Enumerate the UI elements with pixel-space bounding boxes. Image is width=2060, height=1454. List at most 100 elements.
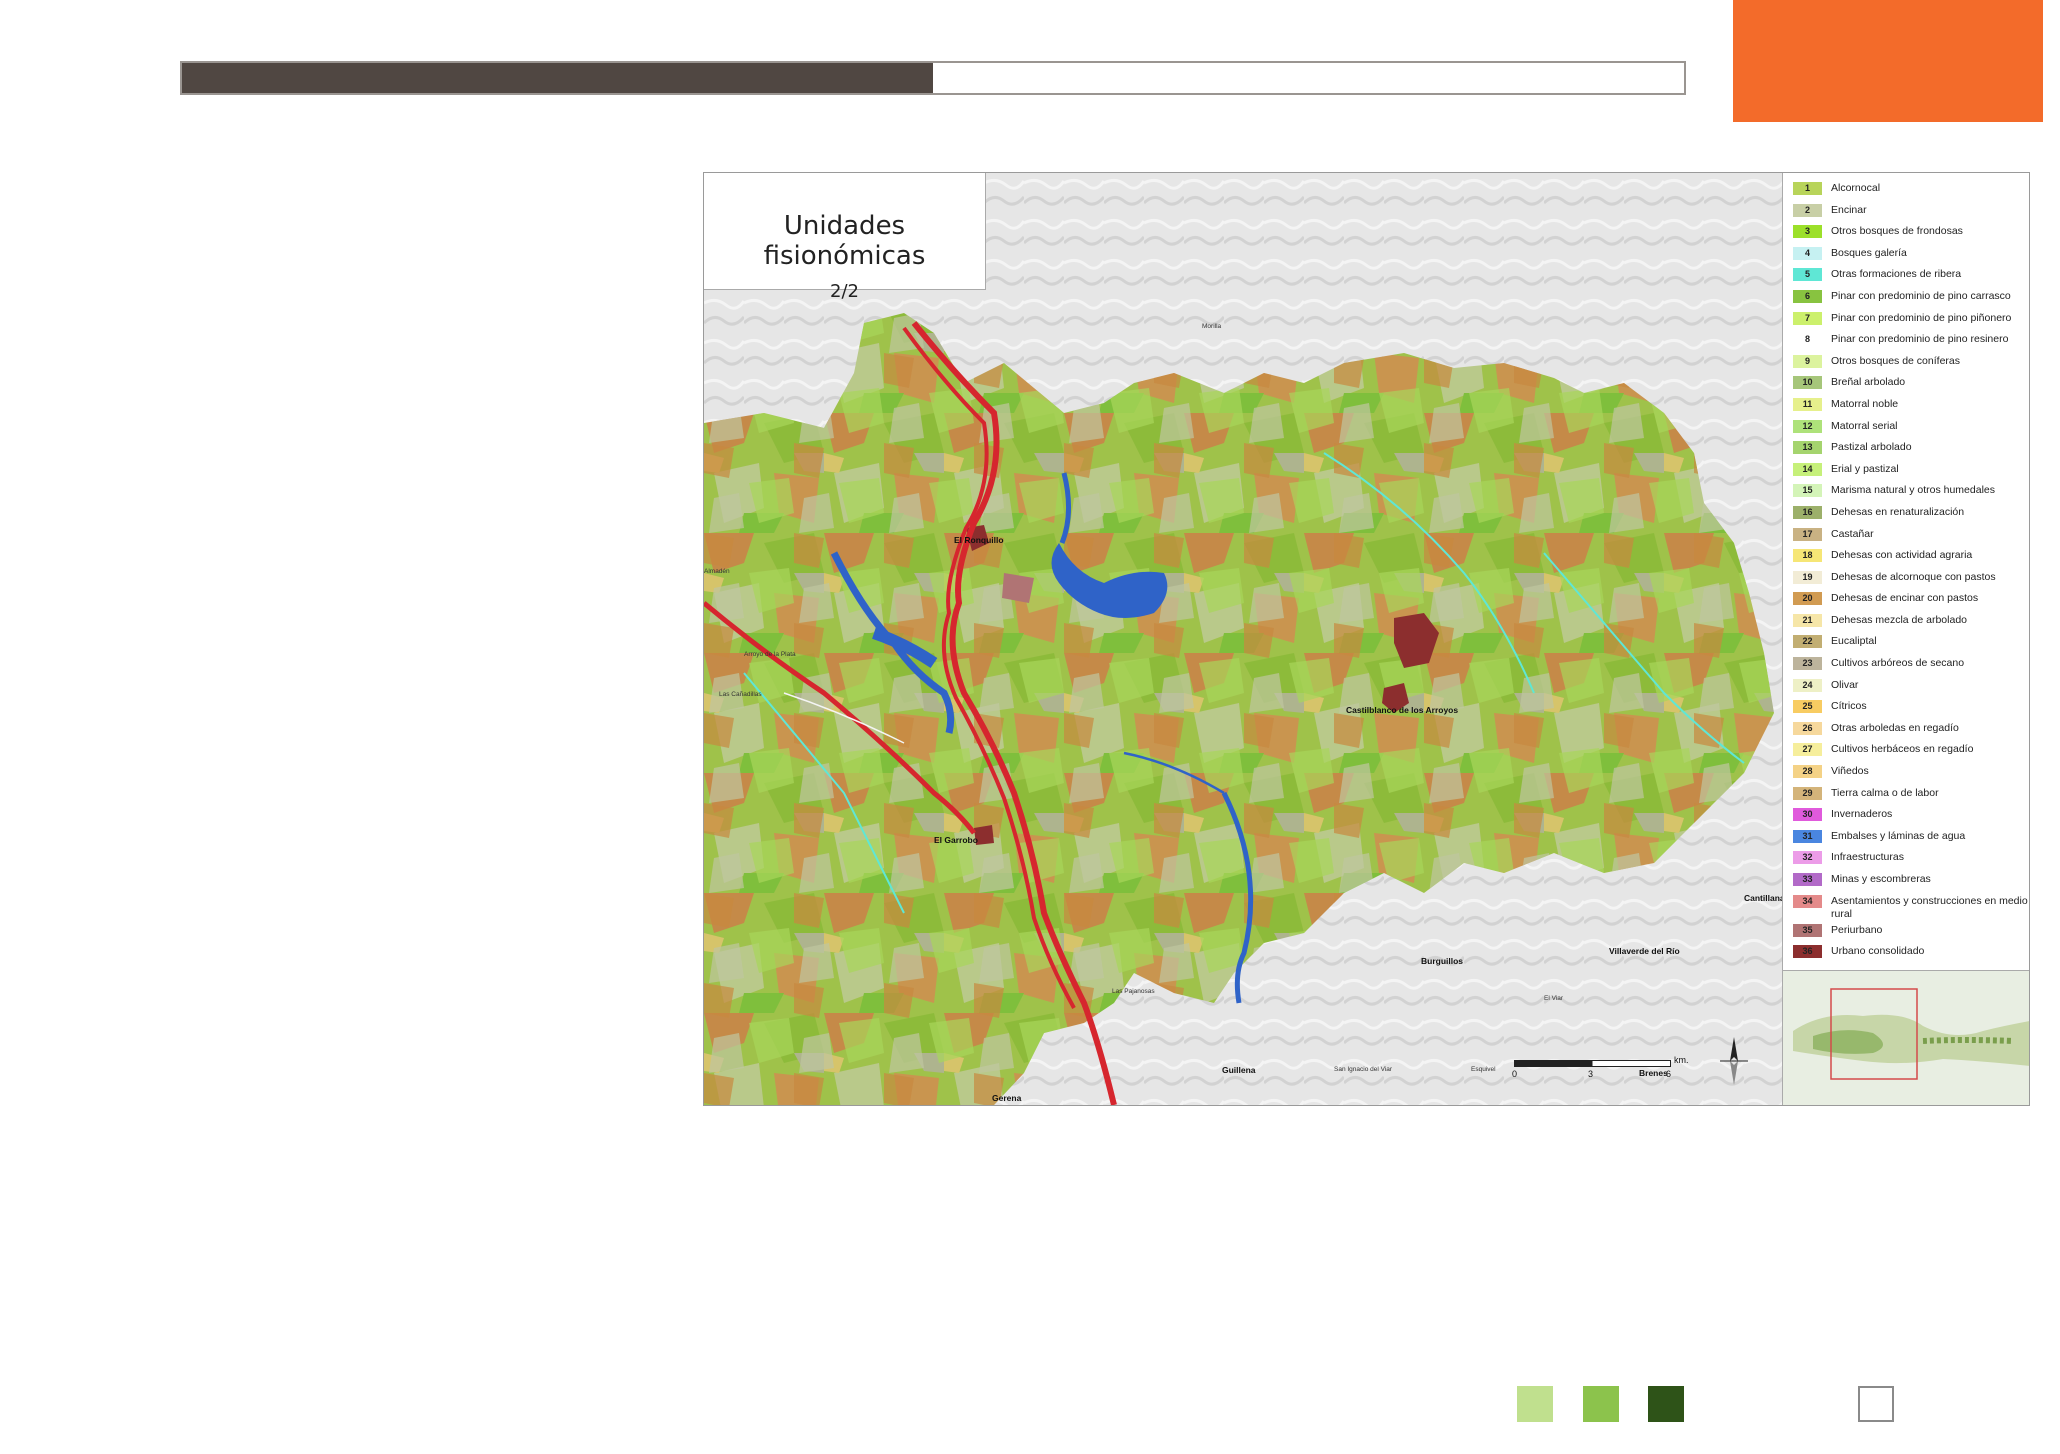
legend-swatch: 32 bbox=[1793, 851, 1822, 865]
header-bar-fill bbox=[182, 63, 933, 93]
legend-label: Alcornocal bbox=[1831, 182, 1881, 194]
legend-item: 10 Breñal arbolado bbox=[1783, 373, 2029, 395]
legend-swatch: 23 bbox=[1793, 657, 1822, 671]
legend-item: 24 Olivar bbox=[1783, 676, 2029, 698]
legend-label: Dehesas mezcla de arbolado bbox=[1831, 613, 1967, 626]
legend-item: 29 Tierra calma o de labor bbox=[1783, 784, 2029, 806]
place-label: Villaverde del Río bbox=[1609, 946, 1680, 956]
legend-item: 4 Bosques galería bbox=[1783, 244, 2029, 266]
legend-item: 11 Matorral noble bbox=[1783, 395, 2029, 417]
legend-item: 13 Pastizal arbolado bbox=[1783, 438, 2029, 460]
place-label: Cantillana bbox=[1744, 893, 1782, 903]
legend-label: Pinar con predominio de pino resinero bbox=[1831, 333, 2009, 346]
legend-swatch: 29 bbox=[1793, 786, 1822, 800]
legend-label: Cultivos herbáceos en regadío bbox=[1831, 743, 1974, 756]
legend-label: Otras arboledas en regadío bbox=[1831, 721, 1959, 734]
legend-swatch: 22 bbox=[1793, 635, 1822, 649]
legend-swatch: 1 bbox=[1793, 182, 1822, 195]
legend-label: Invernaderos bbox=[1831, 808, 1893, 821]
legend-swatch: 11 bbox=[1793, 397, 1822, 411]
place-label: Brenes bbox=[1639, 1068, 1668, 1078]
legend-swatch: 7 bbox=[1793, 311, 1822, 325]
legend-label: Cítricos bbox=[1831, 700, 1867, 713]
legend-item: 15 Marisma natural y otros humedales bbox=[1783, 481, 2029, 503]
place-label: Las Cañadillas bbox=[719, 691, 762, 698]
legend-label: Bosques galería bbox=[1831, 246, 1907, 259]
place-label: Esquivel bbox=[1471, 1066, 1496, 1073]
map-panel: Unidades fisionómicas 2/2 El Ronquillo E… bbox=[703, 172, 2030, 1106]
legend-label: Embalses y láminas de agua bbox=[1831, 829, 1966, 842]
legend-label: Encinar bbox=[1831, 203, 1867, 216]
legend-item: 1 Alcornocal bbox=[1783, 179, 2029, 201]
legend-label: Marisma natural y otros humedales bbox=[1831, 484, 1995, 497]
legend-swatch: 20 bbox=[1793, 592, 1822, 606]
place-label: El Garrobo bbox=[934, 835, 978, 845]
place-label: El Viar bbox=[1544, 995, 1564, 1002]
legend-swatch: 6 bbox=[1793, 289, 1822, 303]
legend-item: 36 Urbano consolidado bbox=[1783, 942, 2029, 964]
legend-swatch: 12 bbox=[1793, 419, 1822, 433]
legend-label: Periurbano bbox=[1831, 923, 1883, 936]
north-arrow-icon bbox=[1720, 1037, 1748, 1085]
place-label: Morilla bbox=[1202, 323, 1222, 330]
legend-swatch: 8 bbox=[1793, 333, 1822, 347]
legend-label: Urbano consolidado bbox=[1831, 945, 1925, 958]
legend-item: 25 Cítricos bbox=[1783, 697, 2029, 719]
legend-label: Tierra calma o de labor bbox=[1831, 786, 1939, 799]
place-label: Las Pajanosas bbox=[1112, 988, 1155, 995]
legend-label: Eucaliptal bbox=[1831, 635, 1877, 648]
legend-swatch: 33 bbox=[1793, 873, 1822, 886]
legend-swatch: 18 bbox=[1793, 549, 1822, 563]
legend-label: Cultivos arbóreos de secano bbox=[1831, 657, 1965, 670]
legend-label: Asentamientos y construcciones en medio … bbox=[1831, 894, 2028, 920]
legend-swatch: 19 bbox=[1793, 570, 1822, 584]
legend-item: 18 Dehesas con actividad agraria bbox=[1783, 546, 2029, 568]
legend-swatch: 26 bbox=[1793, 721, 1822, 735]
place-label: Almadén bbox=[704, 568, 730, 575]
decor-square-mid bbox=[1583, 1386, 1619, 1422]
legend-item: 12 Matorral serial bbox=[1783, 417, 2029, 439]
legend-swatch: 4 bbox=[1793, 246, 1822, 260]
legend-swatch: 10 bbox=[1793, 376, 1822, 390]
place-label: Gerena bbox=[992, 1093, 1022, 1103]
legend-swatch: 13 bbox=[1793, 441, 1822, 455]
legend-item: 34 Asentamientos y construcciones en medi… bbox=[1783, 892, 2029, 921]
legend-swatch: 9 bbox=[1793, 354, 1822, 368]
scale-bar bbox=[1514, 1060, 1671, 1067]
legend-item: 20 Dehesas de encinar con pastos bbox=[1783, 589, 2029, 611]
map-legend: 1 Alcornocal 2 Encinar 3 Otros bosques de fro… bbox=[1782, 173, 2029, 970]
map-area[interactable]: Unidades fisionómicas 2/2 El Ronquillo E… bbox=[704, 173, 1782, 1105]
legend-label: Dehesas con actividad agraria bbox=[1831, 549, 1973, 562]
legend-swatch: 15 bbox=[1793, 484, 1822, 498]
scale-label-zero: 0 bbox=[1512, 1069, 1518, 1079]
decor-square-light bbox=[1517, 1386, 1553, 1422]
legend-swatch: 16 bbox=[1793, 505, 1822, 519]
legend-swatch: 3 bbox=[1793, 225, 1822, 239]
place-label: Guillena bbox=[1222, 1065, 1256, 1075]
legend-label: Otros bosques de frondosas bbox=[1831, 225, 1963, 238]
legend-label: Pastizal arbolado bbox=[1831, 441, 1912, 454]
legend-label: Castañar bbox=[1831, 527, 1874, 540]
legend-swatch: 5 bbox=[1793, 268, 1822, 282]
decor-square-outline bbox=[1858, 1386, 1894, 1422]
legend-label: Infraestructuras bbox=[1831, 851, 1904, 864]
legend-label: Olivar bbox=[1831, 678, 1859, 691]
scale-label-mid: 3 bbox=[1588, 1069, 1594, 1079]
place-label: Arroyo de la Plata bbox=[744, 651, 796, 658]
legend-item: 7 Pinar con predominio de pino piñonero bbox=[1783, 309, 2029, 331]
legend-item: 26 Otras arboledas en regadío bbox=[1783, 719, 2029, 741]
legend-swatch: 31 bbox=[1793, 829, 1822, 843]
legend-label: Erial y pastizal bbox=[1831, 462, 1899, 475]
legend-item: 31 Embalses y láminas de agua bbox=[1783, 827, 2029, 849]
legend-item: 28 Viñedos bbox=[1783, 762, 2029, 784]
place-label: Burguillos bbox=[1421, 956, 1464, 966]
legend-item: 22 Eucaliptal bbox=[1783, 632, 2029, 654]
legend-swatch: 35 bbox=[1793, 923, 1822, 937]
legend-label: Viñedos bbox=[1831, 765, 1869, 778]
map-title: Unidades fisionómicas bbox=[763, 211, 926, 271]
legend-label: Pinar con predominio de pino piñonero bbox=[1831, 311, 2012, 324]
legend-item: 16 Dehesas en renaturalización bbox=[1783, 503, 2029, 525]
place-label: Castilblanco de los Arroyos bbox=[1346, 705, 1459, 715]
legend-item: 6 Pinar con predominio de pino carrasco bbox=[1783, 287, 2029, 309]
legend-swatch: 2 bbox=[1793, 203, 1822, 217]
